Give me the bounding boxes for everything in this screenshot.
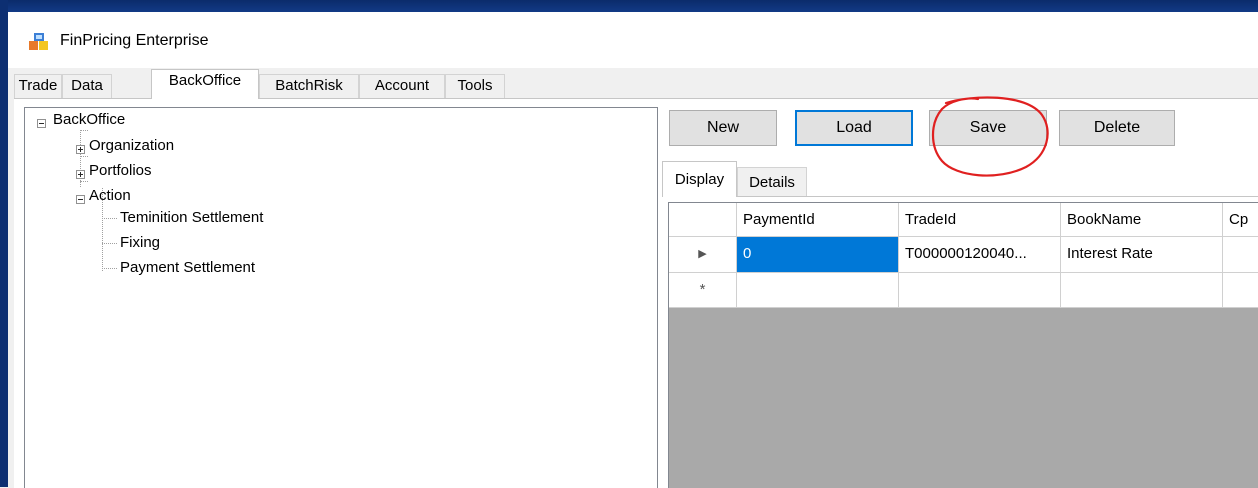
tree-line: [102, 218, 117, 219]
expand-icon[interactable]: [76, 170, 85, 179]
new-row-cell[interactable]: [899, 273, 1061, 308]
tab-details[interactable]: Details: [737, 167, 807, 197]
tab-batchrisk[interactable]: BatchRisk: [259, 74, 359, 98]
column-header-cp[interactable]: Cp: [1223, 203, 1258, 237]
tab-display[interactable]: Display: [662, 161, 737, 197]
annotation-circle: [931, 96, 1049, 177]
cell-tradeid[interactable]: T000000120040...: [899, 237, 1061, 273]
new-button[interactable]: New: [669, 110, 777, 146]
tree-node-portfolios[interactable]: Portfolios: [89, 162, 152, 179]
tree-line: [80, 156, 88, 157]
tab-trade[interactable]: Trade: [14, 74, 62, 98]
tree-node-fixing[interactable]: Fixing: [120, 234, 160, 251]
window-title: FinPricing Enterprise: [60, 32, 209, 49]
tree-node-termination-settlement[interactable]: Teminition Settlement: [120, 209, 263, 226]
cell-cp[interactable]: [1223, 237, 1258, 273]
desktop-left-edge: [0, 0, 8, 487]
tab-tools[interactable]: Tools: [445, 74, 505, 98]
column-header-bookname[interactable]: BookName: [1061, 203, 1223, 237]
new-row-cell[interactable]: [1061, 273, 1223, 308]
tab-data[interactable]: Data: [62, 74, 112, 98]
tab-account[interactable]: Account: [359, 74, 445, 98]
collapse-icon[interactable]: [37, 119, 46, 128]
current-row-indicator[interactable]: ▶: [669, 237, 737, 273]
cell-paymentid[interactable]: 0: [737, 237, 899, 273]
tab-backoffice[interactable]: BackOffice: [151, 69, 259, 99]
new-row-indicator[interactable]: *: [669, 273, 737, 308]
title-bar[interactable]: FinPricing Enterprise: [8, 12, 1258, 68]
app-icon: [29, 33, 48, 50]
tree-line: [102, 243, 117, 244]
new-row-cell[interactable]: [1223, 273, 1258, 308]
column-header-tradeid[interactable]: TradeId: [899, 203, 1061, 237]
tree-line: [102, 268, 117, 269]
tree-line: [80, 130, 88, 131]
backoffice-tree[interactable]: BackOffice Organization Portfolios Actio…: [24, 107, 658, 488]
collapse-icon[interactable]: [76, 195, 85, 204]
tree-node-backoffice[interactable]: BackOffice: [53, 111, 125, 128]
tree-node-organization[interactable]: Organization: [89, 137, 174, 154]
payments-grid[interactable]: PaymentId TradeId BookName Cp ▶ 0 T00000…: [668, 202, 1258, 488]
grid-corner-header[interactable]: [669, 203, 737, 237]
tree-node-action[interactable]: Action: [89, 187, 131, 204]
tree-node-payment-settlement[interactable]: Payment Settlement: [120, 259, 255, 276]
cell-bookname[interactable]: Interest Rate: [1061, 237, 1223, 273]
desktop-top-edge: [0, 0, 1258, 12]
tree-line: [80, 181, 88, 182]
column-header-paymentid[interactable]: PaymentId: [737, 203, 899, 237]
load-button[interactable]: Load: [795, 110, 913, 146]
main-tab-strip: Trade Data BackOffice BatchRisk Account …: [8, 68, 1258, 99]
new-row-cell[interactable]: [737, 273, 899, 308]
expand-icon[interactable]: [76, 145, 85, 154]
delete-button[interactable]: Delete: [1059, 110, 1175, 146]
